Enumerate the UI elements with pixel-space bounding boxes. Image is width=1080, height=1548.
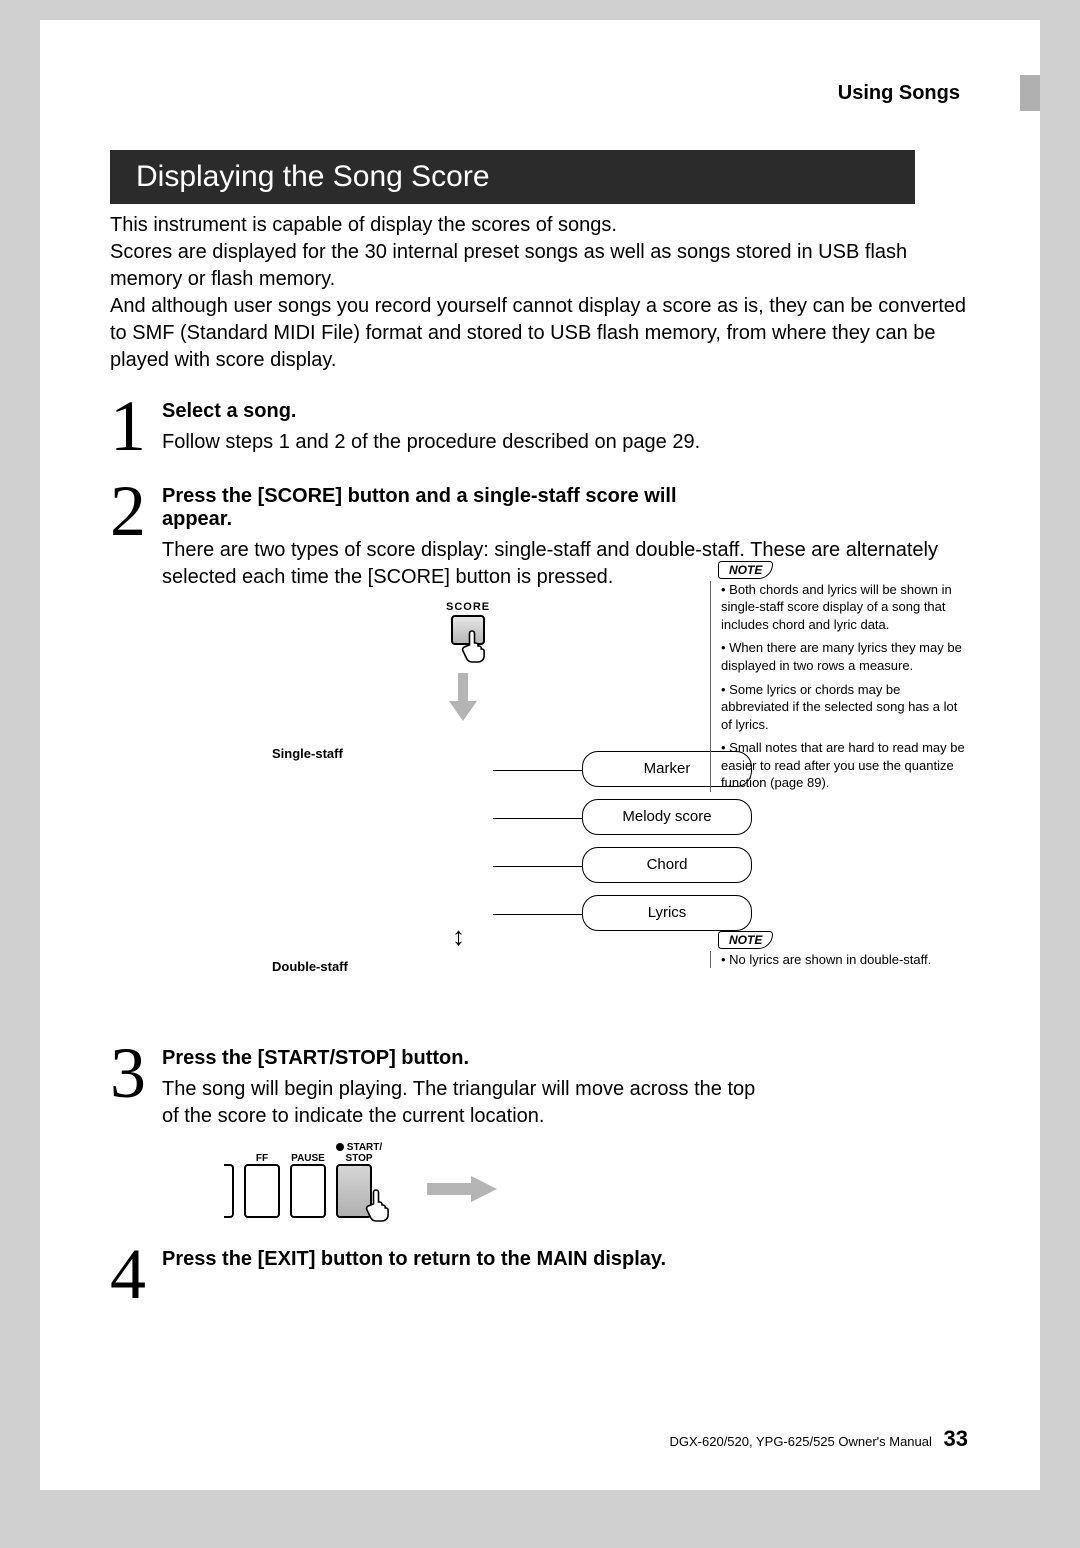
score-diagram: SCORE Single-staff Double-staff ↕ Marker…	[162, 601, 970, 1001]
step-3: 3 Press the [START/STOP] button. The son…	[110, 1041, 970, 1218]
step-number: 1	[110, 394, 162, 459]
manual-page: Using Songs Displaying the Song Score Th…	[40, 20, 1040, 1490]
section-header: Using Songs	[838, 82, 960, 105]
step-1: 1 Select a song. Follow steps 1 and 2 of…	[110, 394, 970, 459]
single-staff-label: Single-staff	[272, 746, 343, 761]
step-heading: Press the [START/STOP] button.	[162, 1047, 970, 1070]
footer-model: DGX-620/520, YPG-625/525 Owner's Manual	[670, 1434, 932, 1449]
section-title: Displaying the Song Score	[110, 150, 915, 204]
step-number: 4	[110, 1242, 162, 1307]
step-text: Follow steps 1 and 2 of the procedure de…	[162, 429, 970, 456]
pause-label: PAUSE	[290, 1153, 326, 1164]
dot-icon	[336, 1143, 344, 1151]
arrow-down-icon	[449, 673, 477, 721]
hand-pointer-icon	[364, 1188, 392, 1228]
ff-label: FF	[244, 1153, 280, 1164]
section-title-wrap: Displaying the Song Score	[110, 150, 970, 204]
page-number: 33	[944, 1426, 968, 1451]
note-items: • Both chords and lyrics will be shown i…	[710, 581, 970, 792]
step-heading: Press the [EXIT] button to return to the…	[162, 1248, 970, 1271]
step-heading: Select a song.	[162, 400, 970, 423]
partial-button	[224, 1164, 234, 1218]
step-body: Press the [SCORE] button and a single-st…	[162, 479, 970, 1001]
step-2: 2 Press the [SCORE] button and a single-…	[110, 479, 970, 1001]
callout-lyrics: Lyrics	[582, 895, 752, 931]
pause-button-group: PAUSE	[290, 1153, 326, 1218]
note-box-1: NOTE • Both chords and lyrics will be sh…	[710, 561, 970, 798]
hand-pointer-icon	[460, 629, 488, 669]
step-number: 2	[110, 479, 162, 1001]
page-footer: DGX-620/520, YPG-625/525 Owner's Manual …	[670, 1426, 969, 1452]
note-item: • When there are many lyrics they may be…	[721, 639, 970, 674]
button-row-illustration: FF PAUSE START/STOP	[224, 1142, 970, 1218]
step-body: Select a song. Follow steps 1 and 2 of t…	[162, 394, 970, 459]
arrow-right-icon	[427, 1176, 497, 1202]
note-box-2: NOTE • No lyrics are shown in double-sta…	[710, 931, 970, 975]
step-body: Press the [START/STOP] button. The song …	[162, 1041, 970, 1218]
page-tab-decor	[1020, 75, 1040, 111]
startstop-label: START/STOP	[336, 1142, 382, 1164]
updown-arrow-icon: ↕	[452, 921, 465, 952]
step-heading: Press the [SCORE] button and a single-st…	[162, 485, 722, 531]
step-number: 3	[110, 1041, 162, 1218]
note-item: • Some lyrics or chords may be abbreviat…	[721, 681, 970, 734]
note-items: • No lyrics are shown in double-staff.	[710, 951, 970, 969]
intro-paragraph: This instrument is capable of display th…	[110, 212, 970, 374]
ff-button-group: FF	[244, 1153, 280, 1218]
score-button-label: SCORE	[446, 601, 490, 613]
pause-button-icon	[290, 1164, 326, 1218]
step-text: The song will begin playing. The triangu…	[162, 1076, 772, 1130]
note-item: • Small notes that are hard to read may …	[721, 739, 970, 792]
double-staff-label: Double-staff	[272, 959, 348, 974]
note-label: NOTE	[718, 931, 773, 949]
ff-button-icon	[244, 1164, 280, 1218]
callout-chord: Chord	[582, 847, 752, 883]
note-item: • No lyrics are shown in double-staff.	[721, 951, 970, 969]
note-item: • Both chords and lyrics will be shown i…	[721, 581, 970, 634]
note-label: NOTE	[718, 561, 773, 579]
step-4: 4 Press the [EXIT] button to return to t…	[110, 1242, 970, 1307]
step-body: Press the [EXIT] button to return to the…	[162, 1242, 970, 1307]
callout-melody: Melody score	[582, 799, 752, 835]
